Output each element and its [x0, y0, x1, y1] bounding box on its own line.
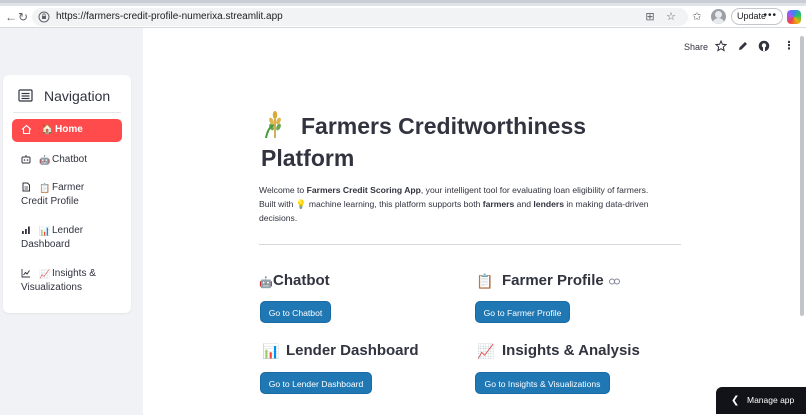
- intro-app-name: Farmers Credit Scoring App: [306, 185, 421, 195]
- lender-dashboard-heading-text: Lender Dashboard: [286, 342, 419, 359]
- chatbot-heading-text: Chatbot: [273, 272, 330, 289]
- bar-chart-emoji: 📊: [262, 343, 280, 359]
- chatbot-emoji: 🤖: [39, 155, 51, 165]
- intro-text: in making data-driven: [563, 199, 649, 209]
- go-to-lender-dashboard-button[interactable]: Go to Lender Dashboard: [260, 372, 372, 394]
- trend-line-icon: [21, 269, 30, 278]
- sidebar-item-label: Chatbot: [52, 154, 88, 165]
- manage-app-button[interactable]: ❮ Manage app: [716, 387, 806, 414]
- browser-toolbar: ← ↻ https://farmers-credit-profile-numer…: [0, 6, 806, 28]
- robot-icon: [21, 155, 31, 164]
- github-icon[interactable]: [758, 40, 770, 52]
- url-text: https://farmers-credit-profile-numerixa.…: [56, 11, 283, 22]
- navigation-title-text: Navigation: [44, 88, 111, 104]
- star-icon[interactable]: [715, 40, 727, 52]
- bar-chart-icon: [22, 226, 30, 234]
- page-title-line1: Farmers Creditworthiness: [301, 113, 587, 139]
- intro-text: machine learning, this platform supports…: [306, 199, 483, 209]
- share-button[interactable]: Share: [684, 41, 708, 53]
- home-icon: [21, 124, 32, 135]
- intro-text: , your intelligent tool for evaluating l…: [420, 185, 649, 195]
- chart-increasing-emoji: 📈: [39, 269, 51, 279]
- main-scrollbar[interactable]: [800, 36, 804, 316]
- favorites-icon[interactable]: ✩: [690, 10, 704, 24]
- insights-analysis-heading-text: Insights & Analysis: [502, 342, 640, 359]
- sidebar-item-label-line2: Dashboard: [21, 239, 70, 250]
- profile-avatar[interactable]: [711, 9, 726, 24]
- link-icon[interactable]: [609, 278, 620, 285]
- intro-text: Built with: [259, 199, 296, 209]
- intro-text: and: [514, 199, 534, 209]
- home-emoji: 🏠: [41, 124, 54, 135]
- more-options-icon[interactable]: ⋮: [783, 40, 795, 52]
- address-bar[interactable]: https://farmers-credit-profile-numerixa.…: [32, 8, 688, 26]
- main-content: [143, 28, 806, 415]
- bookmark-star-icon[interactable]: ☆: [664, 10, 678, 24]
- intro-text: Welcome to: [259, 185, 307, 195]
- bar-chart-emoji: 📊: [39, 226, 51, 236]
- navigation-panel: Navigation 🏠 Home 🤖 Chatbot 📋 Farmer Cre…: [3, 75, 131, 313]
- go-to-farmer-profile-button[interactable]: Go to Farmer Profile: [475, 301, 570, 323]
- clipboard-emoji: 📋: [39, 183, 51, 193]
- farmer-profile-heading-text: Farmer Profile: [502, 272, 604, 289]
- robot-emoji: 🤖: [259, 277, 273, 289]
- app-install-icon[interactable]: ⊞: [643, 10, 657, 24]
- sidebar-item-label: Home: [55, 124, 83, 135]
- wheat-icon: [265, 111, 281, 139]
- section-divider: [259, 244, 681, 245]
- document-icon: [22, 182, 30, 192]
- tab-edge: [0, 0, 806, 3]
- chevron-left-icon: ❮: [731, 395, 740, 406]
- clipboard-emoji: 📋: [476, 273, 494, 289]
- update-label: Update: [737, 11, 767, 21]
- copilot-icon[interactable]: [787, 10, 801, 24]
- update-button[interactable]: Update •••: [731, 8, 783, 25]
- edit-pencil-icon[interactable]: [737, 40, 749, 52]
- sidebar-item-label: Lender: [52, 225, 84, 236]
- menu-list-icon: [18, 89, 33, 102]
- reload-icon[interactable]: ↻: [15, 9, 31, 25]
- go-to-chatbot-button[interactable]: Go to Chatbot: [260, 301, 331, 323]
- sidebar-item-label: Farmer: [52, 182, 85, 193]
- navigation-divider: [13, 112, 121, 113]
- sidebar-item-label-line2: Visualizations: [21, 282, 82, 293]
- sidebar-item-label-line2: Credit Profile: [21, 196, 79, 207]
- intro-farmers: farmers: [482, 199, 515, 209]
- lightbulb-emoji: 💡: [295, 199, 307, 209]
- manage-app-label: Manage app: [747, 395, 795, 405]
- more-menu-icon[interactable]: •••: [763, 8, 777, 23]
- page-title-line2: Platform: [261, 145, 355, 171]
- intro-lenders: lenders: [533, 199, 564, 209]
- sidebar-item-label: Insights &: [52, 268, 96, 279]
- intro-text: decisions.: [259, 213, 298, 223]
- sidebar-item-home[interactable]: 🏠 Home: [12, 119, 122, 142]
- chart-increasing-emoji: 📈: [477, 343, 495, 359]
- go-to-insights-button[interactable]: Go to Insights & Visualizations: [475, 372, 610, 394]
- site-info-icon[interactable]: [38, 11, 50, 23]
